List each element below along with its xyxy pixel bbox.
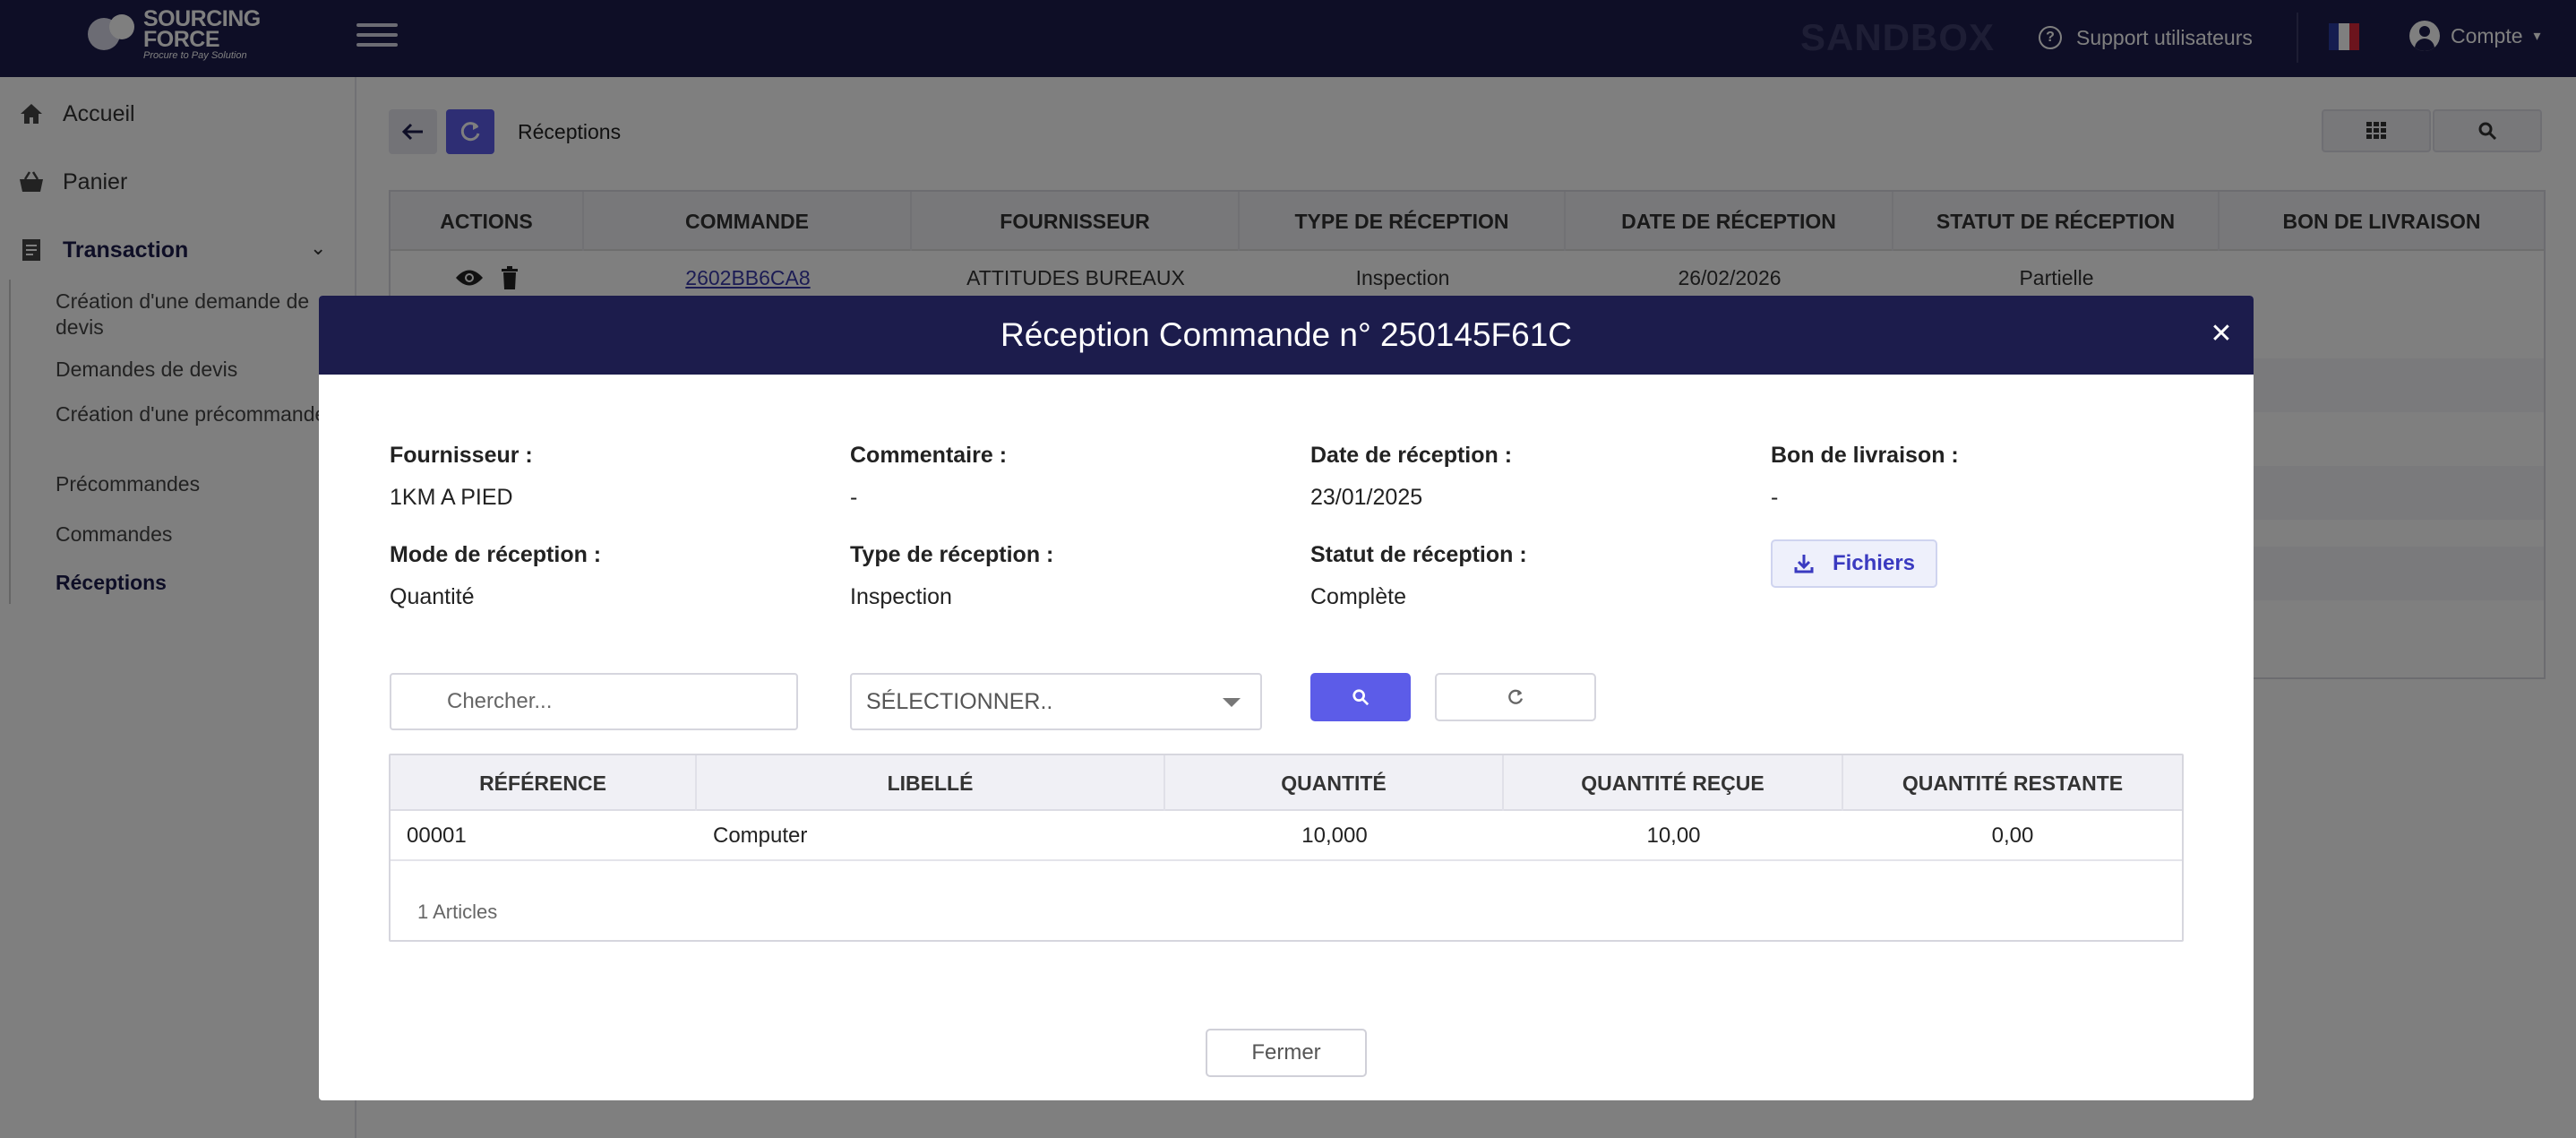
cell-libelle: Computer: [713, 823, 808, 848]
date-value: 23/01/2025: [1310, 485, 1423, 510]
fournisseur-label: Fournisseur :: [390, 443, 533, 468]
bon-livraison-value: -: [1771, 485, 1779, 510]
search-icon: [1352, 689, 1370, 706]
statut-value: Complète: [1310, 584, 1406, 609]
bon-livraison-label: Bon de livraison :: [1771, 443, 1959, 468]
select-value: SÉLECTIONNER..: [866, 688, 1053, 714]
reset-button[interactable]: [1435, 673, 1596, 721]
refresh-icon: [1508, 689, 1524, 704]
column-header: RÉFÉRENCE: [391, 755, 697, 811]
table-footer-count: 1 Articles: [417, 901, 498, 923]
column-header: QUANTITÉ REÇUE: [1504, 755, 1843, 811]
close-button-label: Fermer: [1251, 1040, 1321, 1065]
modal-title: Réception Commande n° 250145F61C: [1000, 316, 1572, 353]
cell-reference: 00001: [407, 823, 467, 848]
search-button[interactable]: [1310, 673, 1411, 721]
close-icon[interactable]: ✕: [2203, 315, 2239, 351]
column-header: LIBELLÉ: [697, 755, 1165, 811]
column-header: QUANTITÉ: [1165, 755, 1504, 811]
download-icon: [1794, 555, 1814, 573]
articles-table: RÉFÉRENCE LIBELLÉ QUANTITÉ QUANTITÉ REÇU…: [389, 754, 2184, 942]
search-input[interactable]: [390, 673, 798, 730]
modal-header: Réception Commande n° 250145F61C: [319, 296, 2254, 375]
mode-label: Mode de réception :: [390, 542, 602, 567]
cell-quantite: 10,000: [1301, 823, 1368, 848]
cell-quantite-restante: 0,00: [1991, 823, 2034, 848]
date-label: Date de réception :: [1310, 443, 1513, 468]
reception-modal: Réception Commande n° 250145F61C ✕ Fourn…: [319, 296, 2254, 1100]
cell-quantite-recue: 10,00: [1646, 823, 1701, 848]
commentaire-label: Commentaire :: [850, 443, 1008, 468]
table-row[interactable]: 00001 Computer 10,000 10,00 0,00: [391, 811, 2182, 861]
filter-select[interactable]: SÉLECTIONNER..: [850, 673, 1262, 730]
caret-down-icon: [1223, 698, 1241, 707]
table-header: RÉFÉRENCE LIBELLÉ QUANTITÉ QUANTITÉ REÇU…: [391, 755, 2182, 811]
type-value: Inspection: [850, 584, 952, 609]
mode-value: Quantité: [390, 584, 475, 609]
statut-label: Statut de réception :: [1310, 542, 1527, 567]
files-button[interactable]: Fichiers: [1771, 539, 1937, 588]
close-button[interactable]: Fermer: [1206, 1029, 1367, 1077]
files-button-label: Fichiers: [1832, 551, 1916, 575]
commentaire-value: -: [850, 485, 858, 510]
type-label: Type de réception :: [850, 542, 1054, 567]
column-header: QUANTITÉ RESTANTE: [1902, 771, 2124, 795]
fournisseur-value: 1KM A PIED: [390, 485, 513, 510]
